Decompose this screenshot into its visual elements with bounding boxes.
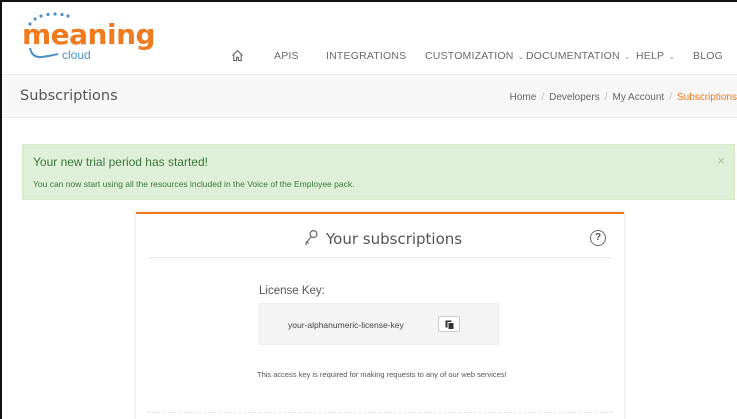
chevron-down-icon: ⌄ [668,52,676,61]
alert-title: Your new trial period has started! [33,155,208,169]
app-frame: meaning cloud APIS INTEGRATIONS CUSTOMIZ… [0,0,737,419]
breadcrumb: Home / Developers / My Account / Subscriptions [510,92,737,103]
nav-item-apis[interactable]: APIS [274,50,299,62]
nav-item-documentation[interactable]: DOCUMENTATION ⌄ [526,50,631,62]
success-alert: Your new trial period has started! You c… [22,144,735,200]
subscriptions-card: Your subscriptions ? License Key: your-a… [136,212,624,419]
license-key-value[interactable]: your-alphanumeric-license-key [288,320,404,330]
access-key-note: This access key is required for making r… [257,370,507,379]
help-icon[interactable]: ? [590,230,606,246]
home-icon[interactable] [231,49,244,62]
dashed-divider [148,412,612,413]
breadcrumb-subscriptions: Subscriptions [676,92,737,103]
page-title: Subscriptions [20,88,118,104]
chevron-down-icon: ⌄ [517,52,525,61]
breadcrumb-separator: / [604,92,608,103]
breadcrumb-separator: / [541,92,545,103]
alert-message: You can now start using all the resource… [33,179,355,189]
nav-item-blog[interactable]: BLOG [693,50,723,62]
nav-item-integrations[interactable]: INTEGRATIONS [326,50,406,62]
breadcrumb-developers[interactable]: Developers [549,92,600,103]
license-key-box: your-alphanumeric-license-key [259,303,499,345]
main-nav: APIS INTEGRATIONS CUSTOMIZATION ⌄ DOCUMEN… [2,49,737,66]
copy-icon [445,320,455,330]
chevron-down-icon: ⌄ [623,52,631,61]
nav-item-help[interactable]: HELP ⌄ [636,50,675,62]
breadcrumb-my-account[interactable]: My Account [612,92,664,103]
nav-item-customization[interactable]: CUSTOMIZATION ⌄ [425,50,524,62]
key-icon [305,229,318,246]
close-icon[interactable]: × [717,153,725,168]
breadcrumb-home[interactable]: Home [510,92,537,103]
license-key-label: License Key: [259,285,325,297]
card-title: Your subscriptions [326,230,463,248]
copy-button[interactable] [438,316,460,332]
breadcrumb-separator: / [669,92,672,103]
page-title-bar: Subscriptions Home / Developers / My Account… [2,74,737,118]
card-header: Your subscriptions ? [148,214,612,258]
site-header: meaning cloud APIS INTEGRATIONS CUSTOMIZ… [2,2,737,74]
